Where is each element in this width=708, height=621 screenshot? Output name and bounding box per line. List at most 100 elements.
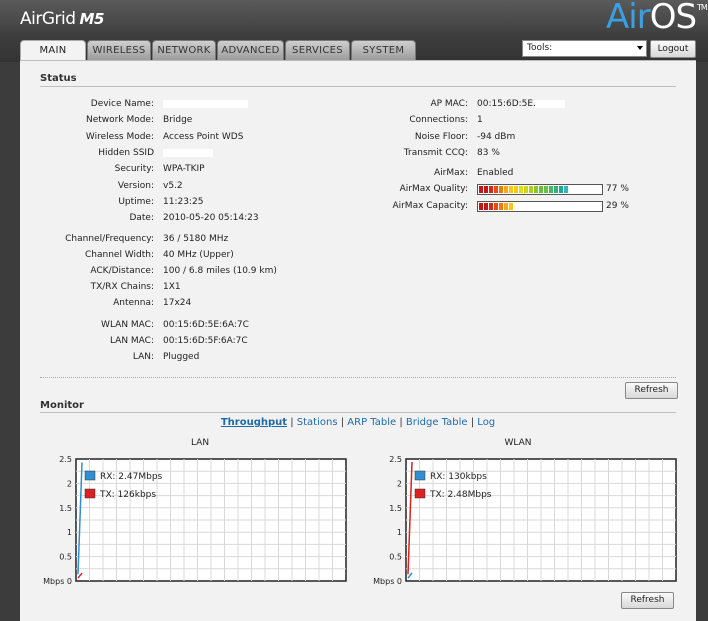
status-label: Wireless Mode: [85,132,154,142]
tab-main[interactable]: MAIN [20,40,86,62]
wlan-throughput-chart: 2.5 2 1.5 1 0.5 Mbps 0 RX: 130kbps TX: 2.48Mbps [373,455,677,586]
link-separator: | [340,417,345,428]
link-bridge-table[interactable]: Bridge Table [406,417,468,428]
status-refresh-button[interactable]: Refresh [625,382,678,399]
status-value: Plugged [163,352,200,362]
status-value: 11:23:25 [163,197,204,207]
y-tick-label: 1 [67,528,72,537]
airmax-capacity-label: AirMax Capacity: [392,201,468,211]
meter-segment [489,186,493,193]
meter-segment [519,186,523,193]
status-value: 36 / 5180 MHz [163,234,229,244]
status-label: TX/RX Chains: [90,282,154,292]
link-throughput[interactable]: Throughput [221,417,287,428]
status-label: WLAN MAC: [101,320,154,330]
redacted-value [535,100,565,108]
meter-segment [479,186,483,193]
status-label: Hidden SSID [98,148,154,158]
status-value: -94 dBm [477,132,516,142]
status-label: ACK/Distance: [90,266,154,276]
tab-wireless[interactable]: WIRELESS [87,40,151,60]
meter-segment [514,186,518,193]
tab-advanced[interactable]: ADVANCED [217,40,284,60]
y-tick-label: Mbps 0 [373,577,402,586]
status-value: v5.2 [163,181,183,191]
airmax-quality-value: 77 % [606,184,629,194]
meter-segment [524,186,528,193]
y-tick-label: Mbps 0 [43,577,72,586]
status-value: WPA-TKIP [163,164,205,174]
y-tick-label: 1.5 [59,504,72,513]
legend-swatch [84,470,96,481]
status-label: Channel/Frequency: [65,234,154,244]
status-label: Uptime: [118,197,154,207]
link-arp-table[interactable]: ARP Table [347,417,396,428]
status-bottom-divider [40,377,676,378]
status-label: Device Name: [90,99,154,109]
legend-label: TX: 2.48Mbps [429,490,492,500]
monitor-divider [40,412,676,413]
meter-segment [554,186,558,193]
y-tick-label: 2 [397,479,402,488]
legend-swatch [414,470,426,481]
link-separator: | [470,417,475,428]
y-tick-label: 1.5 [389,504,402,513]
meter-segment [494,203,498,210]
link-log[interactable]: Log [477,417,495,428]
meter-segment [564,186,568,193]
tab-network[interactable]: NETWORK [152,40,216,60]
status-value: 40 MHz (Upper) [163,250,234,260]
status-value: Access Point WDS [163,132,244,142]
meter-segment [559,186,563,193]
status-value: 1X1 [163,282,181,292]
main-panel: Status Device Name: Network Mode: Bridge Wi… [20,60,696,621]
status-value: 00:15:6D:5F:6A:7C [163,336,248,346]
y-tick-label: 2 [67,479,72,488]
monitor-section-title: Monitor [40,400,84,411]
airmax-capacity-meter [477,201,603,212]
status-label: LAN MAC: [109,336,154,346]
status-label: Security: [114,164,154,174]
lan-chart-title: LAN [190,438,210,448]
meter-segment [484,203,488,210]
status-section-title: Status [40,73,77,84]
legend-swatch [84,488,96,499]
monitor-refresh-button[interactable]: Refresh [621,592,674,609]
logout-button[interactable]: Logout [650,40,696,58]
tab-services[interactable]: SERVICES [285,40,350,60]
status-label: Noise Floor: [414,132,468,142]
meter-segment [504,203,508,210]
tools-select-value: Tools: [527,43,553,53]
status-value: 00:15:6D:5E.. [477,99,539,109]
legend-label: RX: 130kbps [430,472,487,482]
status-value: 1 [477,115,483,125]
product-logo: AirGrid M5 [20,9,104,29]
meter-segment [534,186,538,193]
status-label: Transmit CCQ: [403,148,468,158]
meter-segment [529,186,533,193]
meter-segment [499,186,503,193]
header-bar: AirGrid M5 AirOSTM MAIN WIRELESS NETWORK … [0,0,708,62]
link-separator: | [399,417,403,428]
airmax-quality-meter [477,184,603,195]
lan-throughput-chart: 2.5 2 1.5 1 0.5 Mbps 0 RX: 2.47Mbps TX: 126kbps [43,455,347,586]
tab-system[interactable]: SYSTEM [351,40,416,60]
legend-label: RX: 2.47Mbps [100,472,163,482]
status-value: 2010-05-20 05:14:23 [163,213,259,223]
redacted-value [163,148,213,158]
status-value: 00:15:6D:5E:6A:7C [163,320,249,330]
tools-select[interactable]: Tools: [522,40,647,57]
meter-segment [504,186,508,193]
status-label: AP MAC: [430,99,468,109]
y-tick-label: 2.5 [59,455,72,464]
airos-logo: AirOSTM [606,0,708,37]
status-value: 100 / 6.8 miles (10.9 km) [163,266,277,276]
y-tick-label: 2.5 [389,455,402,464]
meter-segment [549,186,553,193]
status-label: AirMax: [434,168,468,178]
status-value: 17x24 [163,298,192,308]
meter-segment [479,203,483,210]
status-label: Connections: [409,115,468,125]
link-stations[interactable]: Stations [297,417,338,428]
status-label: Channel Width: [85,250,154,260]
